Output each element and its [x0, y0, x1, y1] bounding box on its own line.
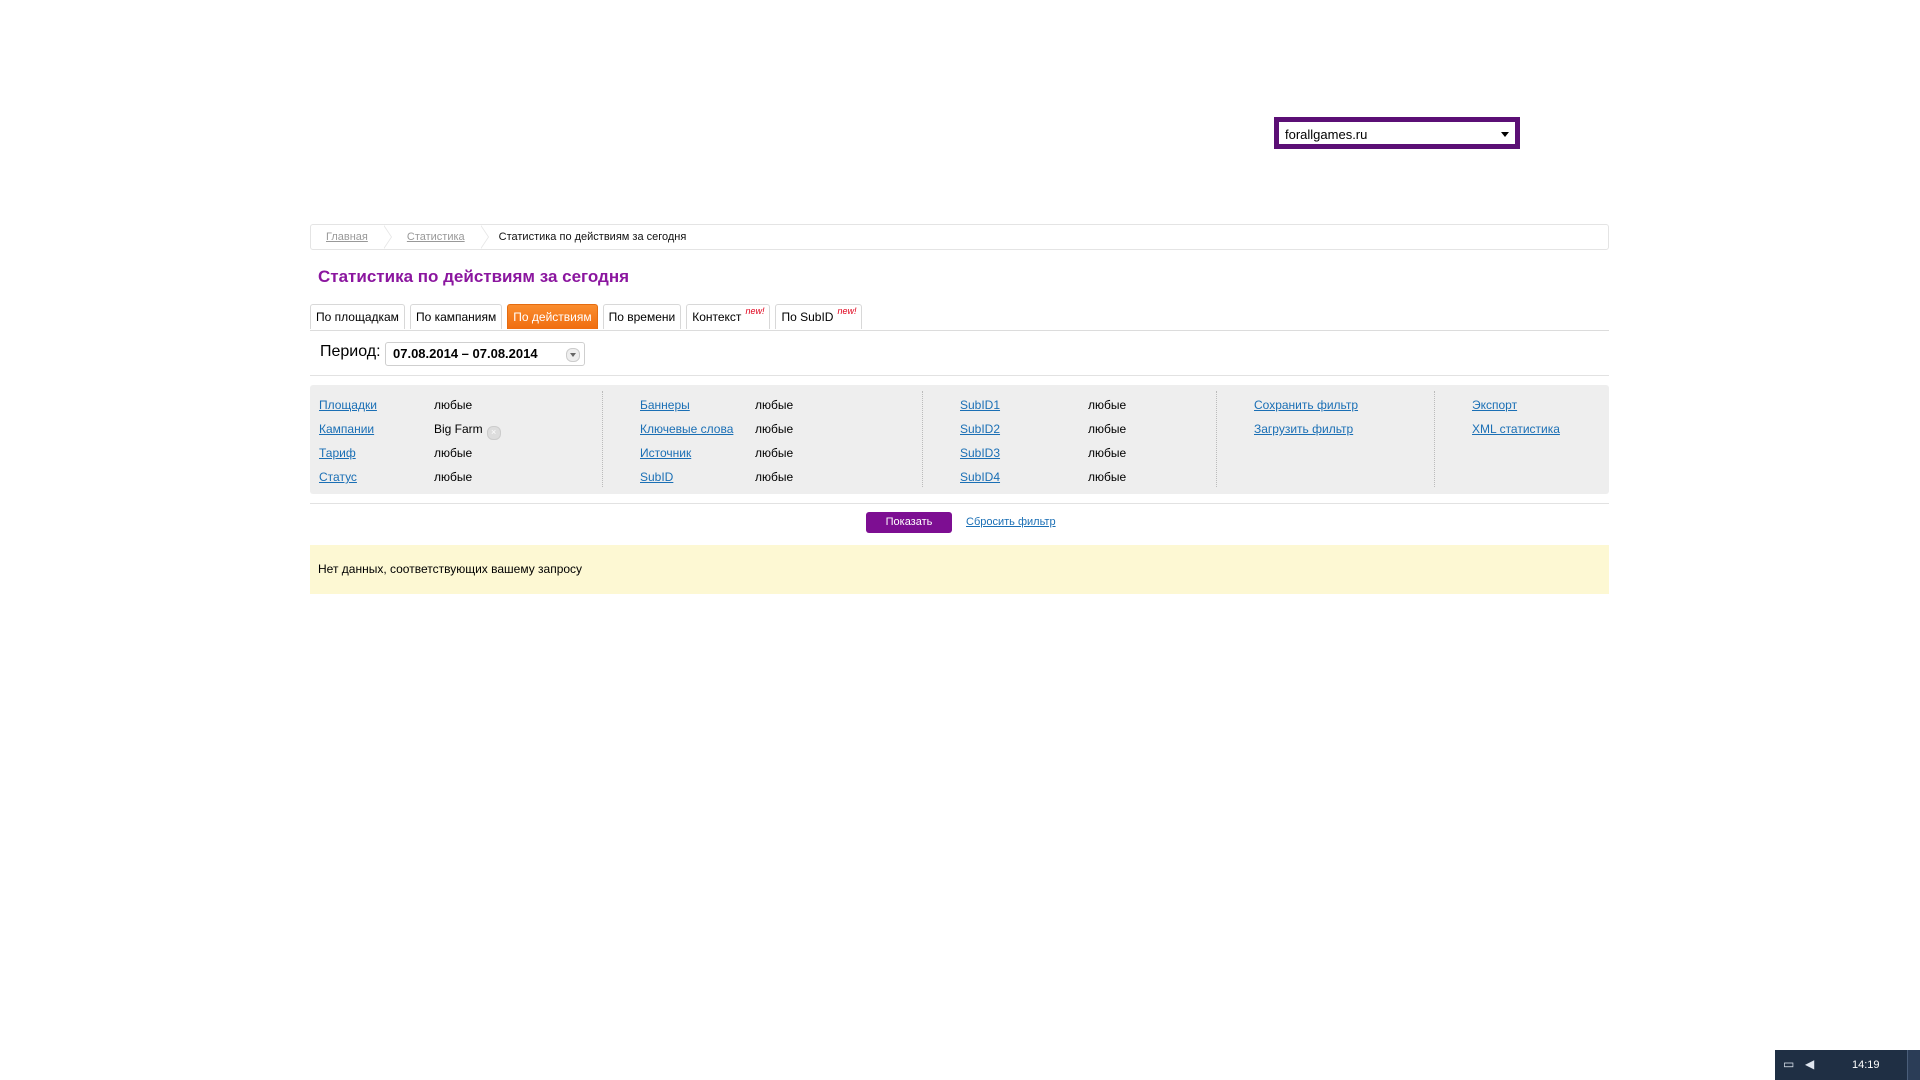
column-divider: [1434, 391, 1435, 487]
breadcrumb-statistics-link[interactable]: Статистика: [392, 225, 489, 249]
filter-subid4-link[interactable]: SubID4: [960, 465, 1000, 489]
new-badge: new!: [745, 306, 765, 316]
no-data-message: Нет данных, соответствующих вашему запро…: [310, 545, 1609, 594]
filter-status-link[interactable]: Статус: [319, 465, 357, 489]
site-select[interactable]: forallgames.ru: [1274, 117, 1520, 149]
filter-campaigns-value: Big Farm ×: [434, 417, 501, 441]
tab-by-campaigns[interactable]: По кампаниям: [409, 304, 503, 329]
filter-banners-value: любые: [755, 398, 794, 412]
filter-column-2: Баннеры любые Ключевые слова любые Источни…: [640, 393, 930, 489]
filter-subid4-value: любые: [1088, 470, 1127, 484]
volume-icon[interactable]: ◀: [1805, 1058, 1819, 1070]
taskbar-clock[interactable]: 14:19: [1852, 1059, 1880, 1071]
chevron-down-icon: [1501, 132, 1509, 137]
save-filter-link[interactable]: Сохранить фильтр: [1254, 393, 1358, 417]
reset-filter-link[interactable]: Сбросить фильтр: [966, 516, 1056, 528]
breadcrumb-current: Статистика по действиям за сегодня: [498, 231, 687, 243]
filter-subid-value: любые: [755, 470, 794, 484]
filter-column-1: Площадки любые Кампании Big Farm × Тариф люб…: [319, 393, 619, 489]
filter-source-value: любые: [755, 446, 794, 460]
campaign-value-text: Big Farm: [434, 422, 483, 436]
tab-label: По действиям: [513, 310, 592, 324]
show-desktop-button[interactable]: [1907, 1050, 1920, 1080]
period-label: Период:: [320, 343, 381, 360]
column-divider: [922, 391, 923, 487]
filter-column-3: SubID1 любые SubID2 любые SubID3 любые SubI…: [960, 393, 1240, 489]
filter-subid1-value: любые: [1088, 398, 1127, 412]
filter-keywords-value: любые: [755, 422, 794, 436]
period-divider: [310, 375, 1609, 376]
load-filter-link[interactable]: Загрузить фильтр: [1254, 417, 1353, 441]
tab-by-time[interactable]: По времени: [602, 304, 682, 329]
tab-label: По площадкам: [316, 310, 399, 324]
period-picker[interactable]: 07.08.2014 – 07.08.2014: [385, 342, 585, 366]
filter-tariff-value: любые: [434, 446, 473, 460]
filter-platforms-link[interactable]: Площадки: [319, 393, 377, 417]
filter-panel: Площадки любые Кампании Big Farm × Тариф люб…: [310, 385, 1609, 494]
panel-divider: [310, 503, 1609, 504]
tabs-divider: [310, 330, 1609, 331]
filter-source-link[interactable]: Источник: [640, 441, 691, 465]
tab-by-actions[interactable]: По действиям: [507, 304, 598, 329]
network-icon[interactable]: ▭: [1783, 1058, 1797, 1070]
filter-keywords-link[interactable]: Ключевые слова: [640, 417, 733, 441]
filter-subid3-link[interactable]: SubID3: [960, 441, 1000, 465]
chevron-down-icon[interactable]: [566, 348, 580, 362]
filter-banners-link[interactable]: Баннеры: [640, 393, 690, 417]
show-button[interactable]: Показать: [866, 512, 952, 533]
filter-subid3-value: любые: [1088, 446, 1127, 460]
export-link[interactable]: Экспорт: [1472, 393, 1517, 417]
filter-subid2-value: любые: [1088, 422, 1127, 436]
filter-campaigns-link[interactable]: Кампании: [319, 417, 374, 441]
filter-status-value: любые: [434, 470, 473, 484]
tab-label: По времени: [608, 310, 676, 324]
filter-subid-link[interactable]: SubID: [640, 465, 673, 489]
site-select-value: forallgames.ru: [1285, 127, 1368, 142]
column-divider: [602, 391, 603, 487]
filter-actions: Сохранить фильтр Загрузить фильтр: [1254, 393, 1454, 441]
filter-subid2-link[interactable]: SubID2: [960, 417, 1000, 441]
filter-platforms-value: любые: [434, 398, 473, 412]
tab-label: Контекст: [692, 310, 742, 324]
tab-label: По SubID: [781, 310, 834, 324]
tab-context[interactable]: Контекст new!: [686, 304, 771, 329]
breadcrumb: Главная Статистика Статистика по действи…: [310, 224, 1609, 250]
filter-tariff-link[interactable]: Тариф: [319, 441, 356, 465]
remove-icon[interactable]: ×: [486, 426, 501, 440]
xml-statistics-link[interactable]: XML статистика: [1472, 417, 1560, 441]
page-title: Статистика по действиям за сегодня: [318, 267, 630, 286]
filter-subid1-link[interactable]: SubID1: [960, 393, 1000, 417]
breadcrumb-home-link[interactable]: Главная: [311, 225, 392, 249]
tab-by-platforms[interactable]: По площадкам: [310, 304, 405, 329]
column-divider: [1216, 391, 1217, 487]
tab-by-subid[interactable]: По SubID new!: [775, 304, 863, 329]
taskbar: ▭ ◀ 14:19: [1775, 1050, 1920, 1080]
tab-label: По кампаниям: [415, 310, 497, 324]
period-value: 07.08.2014 – 07.08.2014: [393, 346, 538, 361]
export-links: Экспорт XML статистика: [1472, 393, 1602, 441]
new-badge: new!: [837, 306, 857, 316]
tabs: По площадкам По кампаниям По действиям П…: [310, 304, 863, 329]
